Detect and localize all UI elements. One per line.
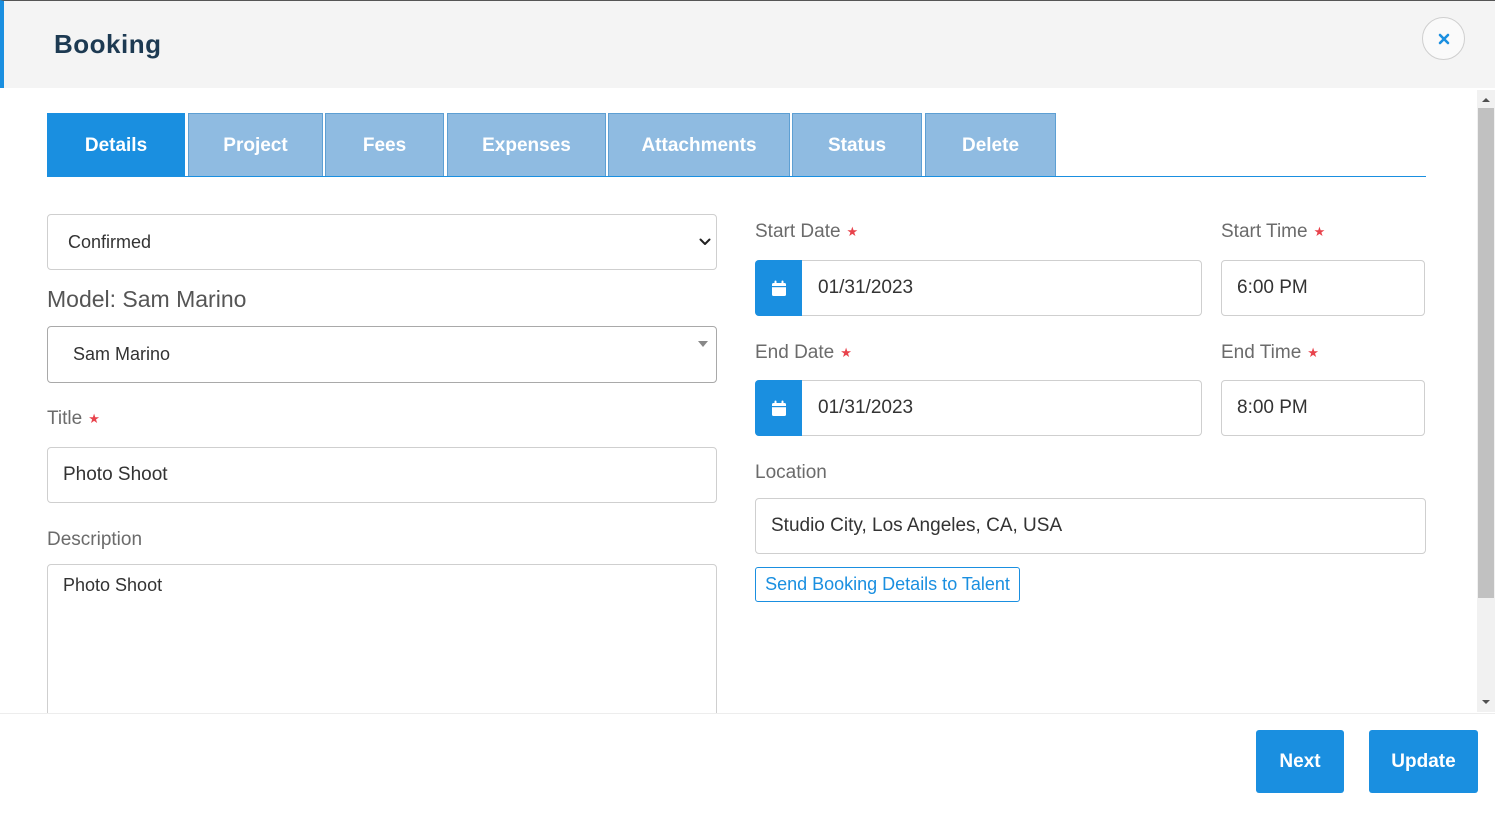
tabs-divider	[47, 176, 1426, 177]
end-time-input[interactable]: 8:00 PM	[1221, 380, 1425, 436]
description-textarea[interactable]: Photo Shoot	[47, 564, 717, 713]
scroll-up-icon[interactable]	[1477, 94, 1495, 106]
close-button[interactable]	[1422, 17, 1465, 60]
required-icon: ★	[1307, 345, 1319, 360]
send-booking-details-button[interactable]: Send Booking Details to Talent	[755, 567, 1020, 602]
caret-down-icon	[698, 341, 708, 347]
calendar-icon	[771, 400, 786, 416]
tab-attachments[interactable]: Attachments	[608, 113, 790, 177]
tab-status[interactable]: Status	[792, 113, 922, 177]
location-input[interactable]: Studio City, Los Angeles, CA, USA	[755, 498, 1426, 554]
title-input[interactable]: Photo Shoot	[47, 447, 717, 503]
end-date-calendar-button[interactable]	[755, 380, 802, 436]
chevron-down-icon	[699, 238, 711, 245]
calendar-icon	[771, 280, 786, 296]
status-select-value: Confirmed	[68, 231, 152, 252]
modal-body: Details Project Fees Expenses Attachment…	[0, 88, 1477, 713]
required-icon: ★	[846, 224, 859, 239]
start-date-input[interactable]: 01/31/2023	[755, 260, 1202, 316]
status-select[interactable]: Confirmed	[47, 214, 717, 270]
start-date-label: Start Date ★	[755, 221, 859, 242]
model-select-value: Sam Marino	[73, 344, 171, 364]
required-icon: ★	[88, 411, 100, 426]
title-label: Title ★	[47, 408, 100, 429]
start-date-calendar-button[interactable]	[755, 260, 802, 316]
tab-expenses[interactable]: Expenses	[447, 113, 606, 177]
tab-details[interactable]: Details	[47, 113, 185, 177]
tab-delete[interactable]: Delete	[925, 113, 1056, 177]
required-icon: ★	[840, 345, 852, 360]
update-button[interactable]: Update	[1369, 730, 1478, 793]
start-time-input[interactable]: 6:00 PM	[1221, 260, 1425, 316]
tab-fees[interactable]: Fees	[325, 113, 444, 177]
end-date-label: End Date ★	[755, 342, 852, 363]
tab-project[interactable]: Project	[188, 113, 323, 177]
scroll-down-icon[interactable]	[1477, 696, 1495, 708]
description-label: Description	[47, 529, 143, 550]
required-icon: ★	[1313, 224, 1326, 239]
end-date-input[interactable]: 01/31/2023	[755, 380, 1202, 436]
close-icon	[1438, 33, 1449, 44]
next-button[interactable]: Next	[1256, 730, 1344, 793]
model-select[interactable]: Sam Marino	[47, 326, 717, 383]
scrollbar-thumb[interactable]	[1478, 108, 1494, 598]
modal-title: Booking	[54, 29, 162, 59]
modal-header: Booking	[0, 0, 1495, 88]
location-label: Location	[755, 462, 827, 483]
model-heading: Model: Sam Marino	[47, 286, 247, 312]
modal-footer: Next Update	[0, 713, 1495, 832]
end-time-label: End Time ★	[1221, 342, 1319, 363]
scrollbar[interactable]	[1477, 90, 1495, 712]
start-time-label: Start Time ★	[1221, 221, 1326, 242]
